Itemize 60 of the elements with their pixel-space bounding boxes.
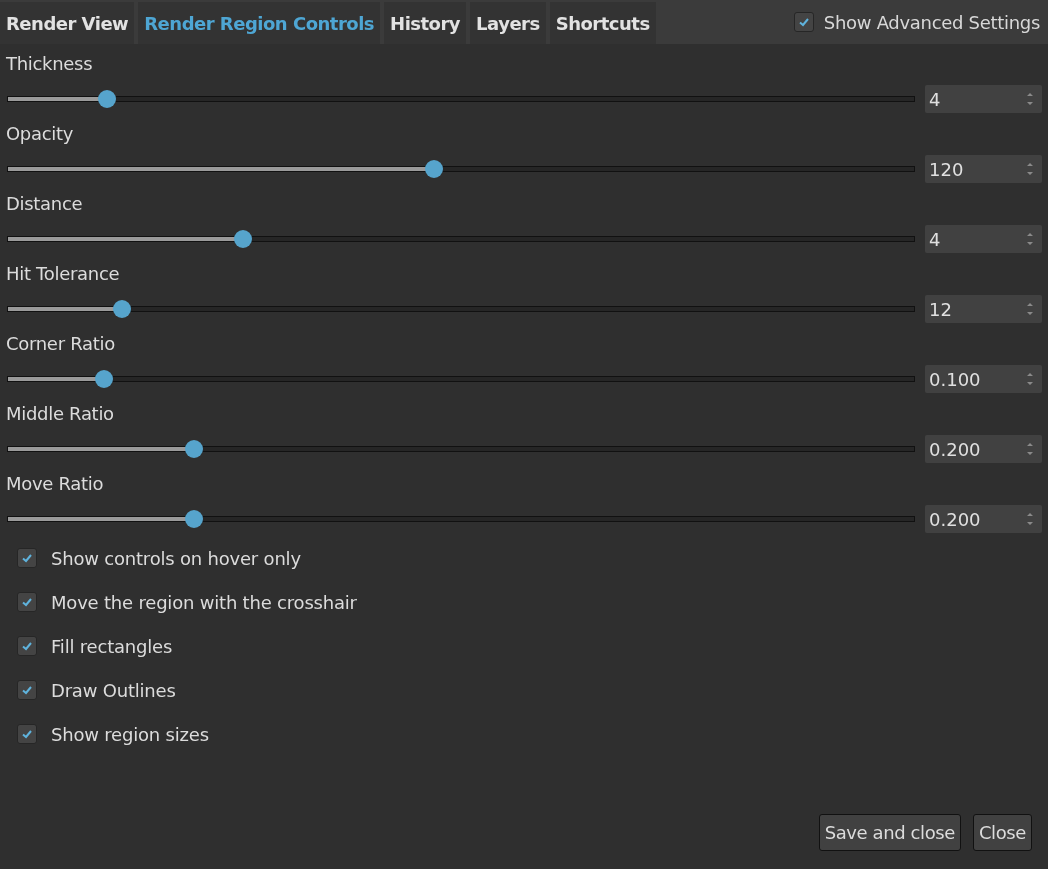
check-icon — [21, 728, 33, 740]
spin-arrows-icon[interactable] — [1026, 231, 1034, 247]
spin-box[interactable]: 0.200 — [925, 505, 1042, 533]
slider-label: Middle Ratio — [5, 402, 115, 426]
checkbox[interactable] — [17, 592, 37, 612]
slider-label: Thickness — [5, 52, 94, 76]
slider-thumb[interactable] — [113, 300, 132, 318]
slider[interactable] — [7, 439, 915, 459]
dialog-button[interactable]: Save and close — [818, 814, 961, 851]
slider[interactable] — [7, 229, 915, 249]
check-icon — [21, 596, 33, 608]
checkbox-label: Move the region with the crosshair — [51, 591, 357, 613]
spin-arrows-icon[interactable] — [1026, 441, 1034, 457]
check-icon — [797, 16, 810, 28]
tab[interactable]: Shortcuts — [549, 2, 656, 44]
checkbox-label: Show controls on hover only — [51, 547, 301, 569]
checkbox[interactable] — [793, 12, 814, 32]
slider[interactable] — [7, 159, 915, 179]
checkbox[interactable] — [17, 548, 37, 568]
slider-label: Opacity — [5, 122, 75, 146]
check-icon — [21, 552, 33, 564]
slider[interactable] — [7, 509, 915, 529]
check-icon — [21, 684, 33, 696]
tab[interactable]: History — [384, 2, 467, 44]
dialog-button[interactable]: Close — [972, 814, 1032, 851]
tab[interactable]: Render View — [0, 2, 135, 44]
slider-label: Distance — [5, 192, 84, 216]
spin-arrows-icon[interactable] — [1026, 301, 1034, 317]
checkbox-label: Draw Outlines — [51, 679, 176, 701]
check-icon — [21, 640, 33, 652]
tab[interactable]: Layers — [470, 2, 546, 44]
slider-label: Move Ratio — [5, 472, 105, 496]
slider[interactable] — [7, 89, 915, 109]
checkbox-label: Show region sizes — [51, 723, 209, 745]
slider[interactable] — [7, 299, 915, 319]
slider-thumb[interactable] — [185, 510, 204, 528]
slider-thumb[interactable] — [95, 370, 114, 388]
checkbox[interactable] — [17, 680, 37, 700]
slider-thumb[interactable] — [424, 160, 443, 178]
checkbox-label: Fill rectangles — [51, 635, 173, 657]
slider[interactable] — [7, 369, 915, 389]
spin-box[interactable]: 120 — [925, 155, 1042, 183]
slider-thumb[interactable] — [97, 90, 116, 108]
slider-thumb[interactable] — [234, 230, 253, 248]
spin-box[interactable]: 4 — [925, 225, 1042, 253]
slider-label: Hit Tolerance — [5, 262, 121, 286]
spin-arrows-icon[interactable] — [1026, 511, 1034, 527]
spin-arrows-icon[interactable] — [1026, 371, 1034, 387]
spin-arrows-icon[interactable] — [1026, 161, 1034, 177]
slider-thumb[interactable] — [185, 440, 204, 458]
spin-box[interactable]: 4 — [925, 85, 1042, 113]
spin-arrows-icon[interactable] — [1026, 91, 1034, 107]
checkbox-label: Show Advanced Settings — [823, 11, 1040, 33]
spin-box[interactable]: 0.200 — [925, 435, 1042, 463]
slider-label: Corner Ratio — [5, 332, 116, 356]
spin-box[interactable]: 12 — [925, 295, 1042, 323]
checkbox[interactable] — [17, 724, 37, 744]
checkbox[interactable] — [17, 636, 37, 656]
tab[interactable]: Render Region Controls — [138, 2, 381, 44]
spin-box[interactable]: 0.100 — [925, 365, 1042, 393]
